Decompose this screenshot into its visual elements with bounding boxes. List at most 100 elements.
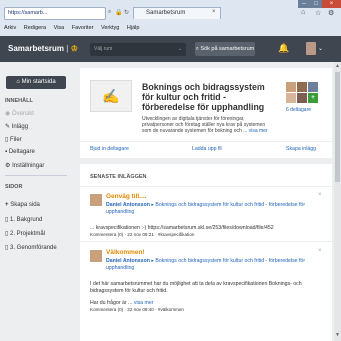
menu-item-hjalp[interactable]: Hjälp [127,25,140,31]
close-tab-icon[interactable]: × [212,9,216,15]
room-description: Utvecklingen av digitala tjänster för fö… [142,116,270,135]
scrollbar[interactable]: ▲ ▼ [334,62,341,341]
file-icon: ▯ [5,137,9,143]
feed-card: SENASTE INLÄGGEN Genväg till.... × Danie… [80,164,332,341]
gear-icon: ⚙ [5,163,11,169]
chevron-down-icon: ⌄ [177,46,182,52]
search-icon[interactable]: ⌕ [108,9,111,16]
post-title[interactable]: Välkommen! [106,249,145,256]
tab-title: Samarbetsrum [146,10,186,16]
sidebar-item-page-2[interactable]: ▯ 2. Projektmål [5,230,45,237]
avatar[interactable] [286,82,296,92]
notifications-icon[interactable]: 🔔 [278,43,289,54]
sidebar-item-page-3[interactable]: ▯ 3. Genomförande [5,244,57,251]
post-body-text: Har du frågor är ... [90,300,133,306]
minimize-button[interactable]: – [298,0,310,8]
sidebar-item-overview[interactable]: ◉ Översikt [5,110,34,117]
room-logo: ✍ [90,80,132,112]
pin-icon: ✎ [5,124,11,130]
post-author-path: Daniel Antonsson ▸ Boknings och bidragss… [106,202,306,215]
scroll-down-icon[interactable]: ▼ [335,332,340,338]
close-icon[interactable]: × [318,192,322,198]
sidebar-item-label: Deltagare [8,149,35,155]
show-more-link[interactable]: visa mer [134,300,154,306]
close-icon[interactable]: × [318,248,322,254]
sidebar-item-page-1[interactable]: ▯ 1. Bakgrund [5,216,42,223]
avatar[interactable] [90,250,102,262]
sidebar-item-label: Inställningar [12,163,45,169]
add-participant-icon[interactable]: + [308,93,318,103]
app-header: Samarbetsrum | ♔ Välj rum ⌄ ⌕ Sök på sama… [0,36,341,62]
room-description-text: Utvecklingen av digitala tjänster för fö… [142,116,266,134]
feed-title: SENASTE INLÄGGEN [90,174,147,180]
post-title[interactable]: Genväg till.... [106,193,146,200]
sidebar-item-label: 1. Bakgrund [9,217,43,223]
sidebar-item-label: 2. Projektmål [9,231,45,237]
menu-item-favoriter[interactable]: Favoriter [72,25,94,31]
room-select[interactable]: Välj rum ⌄ [90,43,186,56]
show-more-link[interactable]: visa mer [249,128,268,134]
sidebar-item-participants[interactable]: ▪ Deltagare [5,149,35,155]
home-icon: ⌂ [16,79,20,85]
scroll-thumb[interactable] [335,72,340,182]
menu-item-visa[interactable]: Visa [54,25,65,31]
search-button-label: Sök på samarbetsrum [200,46,255,52]
close-button[interactable]: × [322,0,341,8]
sidebar-item-posts[interactable]: ✎ Inlägg [5,123,28,130]
overview-icon: ◉ [5,111,11,117]
avatar[interactable] [286,93,296,103]
post-author-path: Daniel Antonsson ▸ Boknings och bidragss… [106,258,306,271]
participants-count[interactable]: 6 deltagare [286,107,311,113]
maximize-button[interactable]: □ [310,0,322,8]
sidebar-item-files[interactable]: ▯ Filer [5,136,22,143]
page-icon: ▯ [5,217,9,223]
menu-bar: Arkiv Redigera Visa Favoriter Verktyg Hj… [0,22,341,34]
star-icon[interactable]: ☆ [256,81,262,89]
main-content: ✍ Boknings och bidragssystem för kultur … [80,68,332,341]
brand-emblem-icon: ♔ [70,44,78,53]
start-page-label: Min startsida [21,79,56,85]
avatar[interactable] [297,82,307,92]
search-icon: ⌕ [195,46,199,52]
scroll-up-icon[interactable]: ▲ [335,63,340,69]
divider [80,186,332,187]
home-icon[interactable]: ⌂ [301,9,305,16]
avatar[interactable] [308,82,318,92]
page-icon: ▯ [5,231,9,237]
gear-icon[interactable]: ⚙ [328,9,334,17]
sidebar-item-label: Filer [9,137,22,143]
invite-participants-button[interactable]: Bjud in deltagare [90,146,129,152]
star-icon[interactable]: ☆ [315,9,321,17]
post-body: I det här samarbetsrummet har du möjligh… [90,281,302,294]
brand-name: Samarbetsrum [8,44,65,53]
avatar[interactable] [297,93,307,103]
brand-logo[interactable]: Samarbetsrum | ♔ [8,36,78,62]
address-text: https://samarb... [8,10,48,16]
menu-item-arkiv[interactable]: Arkiv [4,25,16,31]
chevron-down-icon[interactable]: ⌄ [318,45,323,52]
avatar[interactable] [306,42,316,55]
upload-file-button[interactable]: Ladda upp fil [192,146,222,152]
post-meta[interactable]: Kommentera (0) · 22 nov 09:21 · #kravspe… [90,232,194,237]
page-icon: ▯ [5,245,9,251]
menu-item-verktyg[interactable]: Verktyg [101,25,119,31]
avatar[interactable] [90,194,102,206]
browser-tab[interactable]: Samarbetsrum [133,7,221,19]
start-page-button[interactable]: ⌂ Min startsida [6,76,66,89]
divider [80,141,332,142]
sidebar-item-create-page[interactable]: + Skapa sida [5,202,40,208]
search-button[interactable]: ⌕ Sök på samarbetsrum [195,42,255,56]
room-card: ✍ Boknings och bidragssystem för kultur … [80,68,332,158]
post-meta[interactable]: Kommentera (0) · 22 nov 09:40 · #välkomm… [90,307,184,312]
post-author[interactable]: Daniel Antonsson [106,202,150,208]
participants-icon: ▪ [5,149,8,155]
divider [80,241,332,242]
address-bar[interactable]: https://samarb... [4,7,106,20]
section-header-pages: SIDOR [5,184,23,190]
create-post-button[interactable]: Skapa inlägg [286,146,316,152]
plus-icon: + [5,202,9,208]
sidebar-item-settings[interactable]: ⚙ Inställningar [5,162,44,169]
post-author[interactable]: Daniel Antonsson [106,258,150,264]
refresh-icon[interactable]: ↻ [124,9,129,16]
menu-item-redigera[interactable]: Redigera [24,25,46,31]
